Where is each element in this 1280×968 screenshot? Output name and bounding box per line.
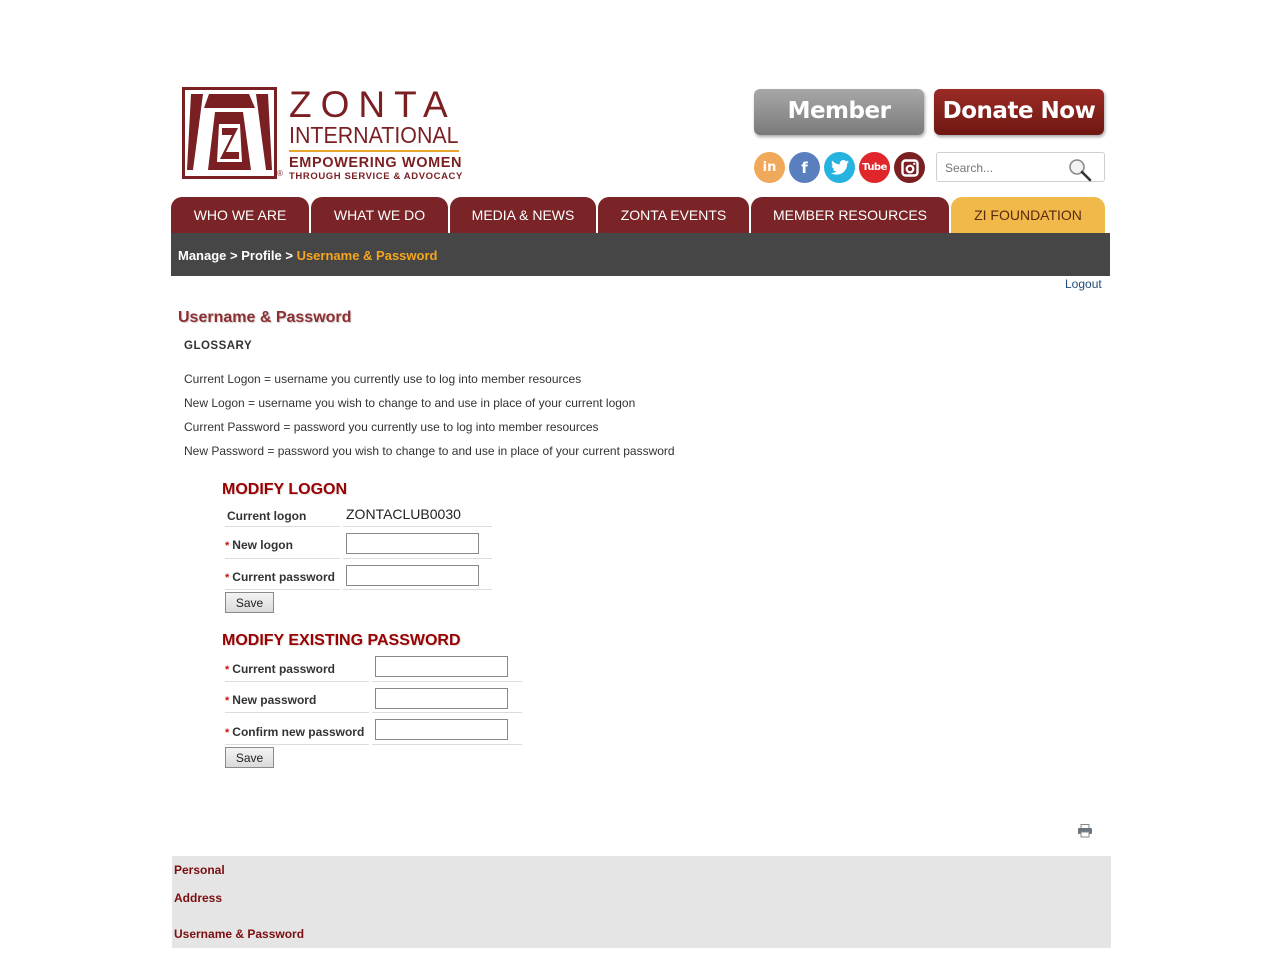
breadcrumb-bar: Manage > Profile > Username & Password (171, 233, 1110, 276)
current-password-label-text: Current password (232, 662, 335, 676)
glossary-item: Current Password = password you currentl… (184, 420, 599, 434)
required-marker: * (225, 540, 230, 552)
new-logon-input[interactable] (346, 533, 479, 554)
new-password-input[interactable] (375, 688, 508, 709)
search-input[interactable] (943, 158, 1063, 178)
row-divider (343, 589, 492, 590)
breadcrumb-current: Username & Password (296, 248, 438, 263)
row-divider (225, 712, 369, 713)
logon-current-password-label-text: Current password (232, 570, 335, 584)
modify-logon-heading: MODIFY LOGON (222, 481, 348, 498)
required-marker: * (225, 695, 230, 707)
sub-nav-personal[interactable]: Personal (174, 863, 225, 877)
main-nav: WHO WE ARE WHAT WE DO MEDIA & NEWS ZONTA… (171, 197, 1107, 233)
row-divider (225, 526, 340, 527)
logo-tagline-2: THROUGH SERVICE & ADVOCACY (289, 171, 463, 182)
registered-mark: ® (277, 169, 283, 178)
facebook-icon[interactable]: f (789, 152, 820, 183)
row-divider (372, 744, 522, 745)
youtube-icon[interactable]: Tube (859, 152, 890, 183)
twitter-icon[interactable] (824, 152, 855, 183)
nav-tab-media-news[interactable]: MEDIA & NEWS (450, 197, 596, 233)
nav-tab-who-we-are[interactable]: WHO WE ARE (171, 197, 309, 233)
modify-password-heading: MODIFY EXISTING PASSWORD (222, 632, 461, 649)
glossary-item: Current Logon = username you currently u… (184, 372, 582, 386)
zonta-emblem-icon (182, 87, 277, 179)
social-links: in f Tube (754, 152, 925, 183)
sub-nav-address[interactable]: Address (174, 891, 222, 905)
breadcrumb-separator: > (285, 248, 293, 263)
member-login-button[interactable]: Member Login (754, 89, 924, 168)
search-icon[interactable] (1068, 158, 1092, 182)
required-marker: * (225, 572, 230, 584)
row-divider (372, 712, 522, 713)
breadcrumb: Manage > Profile > Username & Password (178, 248, 437, 263)
save-password-button[interactable]: Save (225, 747, 274, 768)
nav-tab-what-we-do[interactable]: WHAT WE DO (311, 197, 448, 233)
logo-wordmark: ZONTA INTERNATIONAL EMPOWERING WOMEN THR… (289, 84, 471, 183)
row-divider (225, 589, 340, 590)
row-divider (225, 558, 340, 559)
save-logon-button[interactable]: Save (225, 592, 274, 613)
new-logon-label: * New logon (225, 538, 293, 552)
new-password-label-text: New password (232, 693, 317, 707)
required-marker: * (225, 727, 230, 739)
new-logon-label-text: New logon (232, 538, 293, 552)
search-box (936, 152, 1105, 182)
logon-current-password-label: * Current password (225, 570, 335, 584)
logout-link[interactable]: Logout (1065, 277, 1102, 291)
current-logon-label: Current logon (227, 509, 307, 523)
logo-tagline-1: EMPOWERING WOMEN (289, 155, 463, 171)
glossary-item: New Password = password you wish to chan… (184, 444, 675, 458)
confirm-password-label-text: Confirm new password (232, 725, 365, 739)
glossary-item: New Logon = username you wish to change … (184, 396, 636, 410)
nav-tab-zonta-events[interactable]: ZONTA EVENTS (598, 197, 749, 233)
logo-divider (289, 150, 459, 152)
row-divider (372, 681, 522, 682)
confirm-password-input[interactable] (375, 719, 508, 740)
current-password-input[interactable] (375, 656, 508, 677)
page-title: Username & Password (178, 309, 352, 326)
current-password-label: * Current password (225, 662, 335, 676)
logon-current-password-input[interactable] (346, 565, 479, 586)
required-marker: * (225, 664, 230, 676)
breadcrumb-manage[interactable]: Manage (178, 248, 226, 263)
linkedin-icon[interactable]: in (754, 152, 785, 183)
nav-tab-zi-foundation[interactable]: ZI FOUNDATION (951, 197, 1105, 233)
donate-now-button[interactable]: Donate Now (934, 89, 1104, 135)
zonta-logo[interactable]: ZONTA INTERNATIONAL EMPOWERING WOMEN THR… (182, 86, 464, 182)
print-icon[interactable] (1077, 824, 1093, 838)
profile-sub-nav: Personal Address Username & Password (172, 856, 1111, 948)
logo-line-zonta: ZONTA (289, 84, 457, 125)
row-divider (225, 744, 369, 745)
new-password-label: * New password (225, 693, 316, 707)
glossary-heading: GLOSSARY (184, 340, 253, 352)
row-divider (343, 558, 492, 559)
current-logon-value: ZONTACLUB0030 (346, 506, 461, 522)
logo-line-international: INTERNATIONAL (289, 122, 459, 148)
breadcrumb-separator: > (230, 248, 238, 263)
breadcrumb-profile[interactable]: Profile (241, 248, 281, 263)
confirm-password-label: * Confirm new password (225, 725, 364, 739)
nav-tab-member-resources[interactable]: MEMBER RESOURCES (751, 197, 949, 233)
sub-nav-username-password[interactable]: Username & Password (174, 927, 304, 941)
row-divider (225, 681, 369, 682)
row-divider (343, 526, 492, 527)
instagram-icon[interactable] (894, 152, 925, 183)
